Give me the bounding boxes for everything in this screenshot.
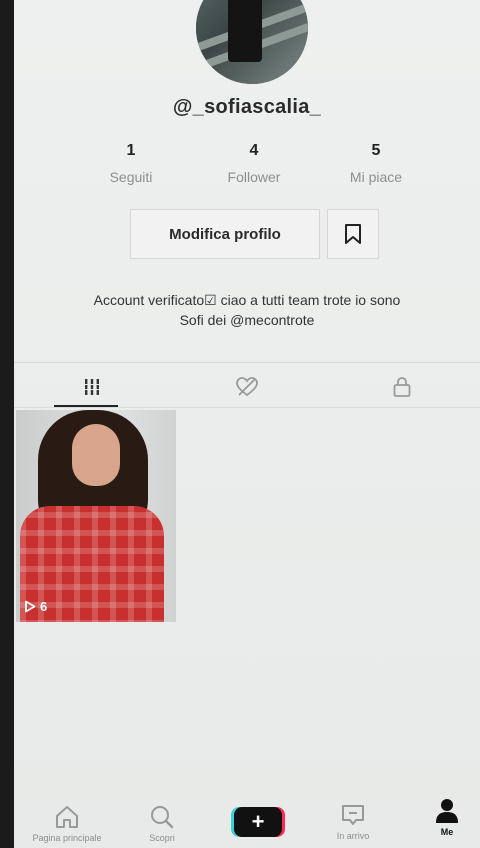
nav-inbox-label: In arrivo [336, 831, 370, 841]
device-bezel [0, 0, 14, 848]
nav-home-label: Pagina principale [32, 833, 102, 843]
stat-likes[interactable]: 5 Mi piace [321, 142, 431, 185]
video-view-count: 6 [24, 599, 47, 614]
profile-icon [436, 799, 458, 823]
nav-home[interactable]: Pagina principale [22, 788, 112, 848]
stat-likes-label: Mi piace [349, 169, 403, 185]
play-icon [25, 600, 36, 613]
username: @_sofiascalia_ [172, 96, 322, 118]
grid-icon [84, 379, 99, 395]
tab-private[interactable] [324, 368, 479, 406]
nav-discover-label: Scopri [149, 833, 175, 843]
bio-line-1: Account verificato☑ ciao a tutti team tr… [93, 292, 401, 308]
tab-liked[interactable] [169, 368, 324, 406]
avatar-person [228, 0, 262, 62]
stat-followers-count: 4 [249, 142, 259, 159]
home-icon [56, 806, 78, 828]
nav-me-label: Me [440, 827, 454, 837]
nav-inbox[interactable]: In arrivo [308, 788, 398, 848]
bio: Account verificato☑ ciao a tutti team tr… [54, 290, 440, 330]
video-thumbnail[interactable]: 6 [16, 410, 176, 622]
divider [14, 362, 480, 363]
nav-me[interactable]: Me [402, 788, 480, 848]
stat-following[interactable]: 1 Seguiti [76, 142, 186, 185]
lock-icon [393, 377, 410, 397]
video-view-count-value: 6 [40, 599, 48, 614]
bio-line-2: Sofi dei @mecontrote [179, 312, 315, 328]
favorites-button[interactable] [327, 209, 379, 259]
avatar[interactable] [196, 0, 308, 84]
stat-likes-count: 5 [371, 142, 381, 159]
search-icon [151, 806, 174, 829]
bookmark-icon [345, 224, 361, 244]
thumbnail-detail [72, 424, 120, 486]
liked-hidden-icon [235, 377, 258, 397]
inbox-icon [342, 805, 364, 825]
edit-profile-button[interactable]: Modifica profilo [130, 209, 320, 259]
tab-videos[interactable] [14, 368, 169, 406]
plus-icon: + [251, 809, 265, 834]
stat-following-label: Seguiti [109, 169, 153, 185]
stat-following-count: 1 [126, 142, 136, 159]
divider [14, 407, 480, 408]
nav-discover[interactable]: Scopri [117, 788, 207, 848]
create-button[interactable]: + [234, 807, 282, 837]
stat-followers[interactable]: 4 Follower [199, 142, 309, 185]
profile-screen: @_sofiascalia_ 1 Seguiti 4 Follower 5 Mi… [14, 0, 480, 848]
stat-followers-label: Follower [227, 169, 281, 185]
bottom-nav: Pagina principale Scopri + In arrivo Me [14, 788, 480, 848]
